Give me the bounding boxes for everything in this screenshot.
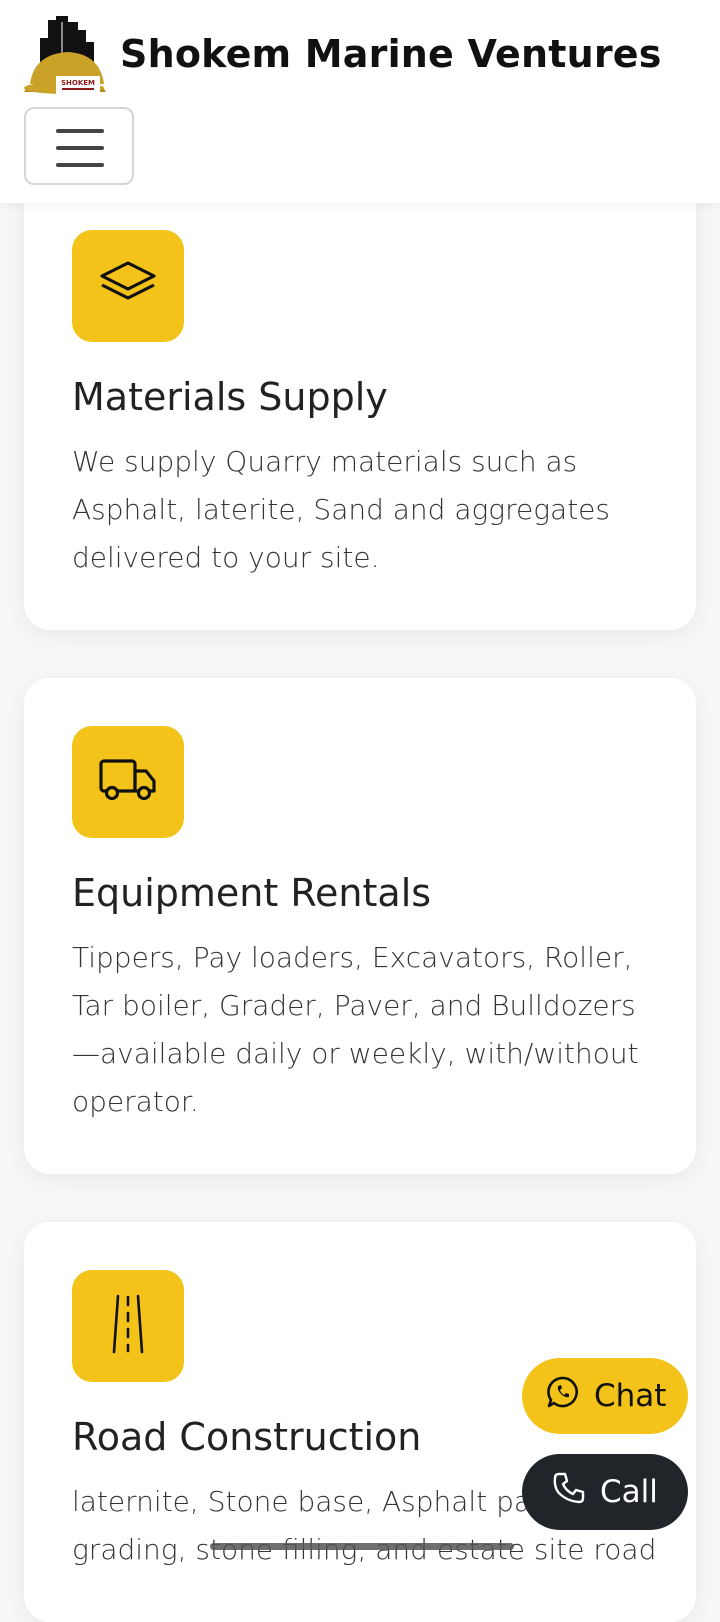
site-header: SHOKEM Shokem Marine Ventures (0, 0, 720, 203)
chat-button[interactable]: Chat (522, 1358, 688, 1434)
service-card-materials-supply: Materials Supply We supply Quarry materi… (24, 150, 696, 630)
layers-icon (99, 259, 157, 313)
service-description: Tippers, Pay loaders, Excavators, Roller… (72, 941, 639, 1118)
service-title: Road Construction (72, 1415, 422, 1459)
call-button[interactable]: Call (522, 1454, 688, 1530)
svg-text:SHOKEM: SHOKEM (61, 79, 95, 87)
road-icon (108, 1293, 148, 1359)
service-card-equipment-rentals: Equipment Rentals Tippers, Pay loaders, … (24, 678, 696, 1174)
service-icon-box (72, 726, 184, 838)
chat-label: Chat (594, 1378, 667, 1414)
service-icon-box (72, 230, 184, 342)
home-indicator[interactable] (210, 1543, 514, 1550)
service-title: Equipment Rentals (72, 871, 432, 915)
hamburger-menu-button[interactable] (24, 107, 134, 185)
phone-icon (552, 1471, 600, 1513)
company-logo[interactable]: SHOKEM (22, 14, 108, 100)
call-label: Call (600, 1474, 658, 1510)
whatsapp-icon (546, 1375, 594, 1417)
brand-name[interactable]: Shokem Marine Ventures (120, 32, 662, 76)
service-title: Materials Supply (72, 375, 388, 419)
service-description: We supply Quarry materials such as Aspha… (72, 445, 610, 574)
truck-icon (98, 757, 158, 807)
service-icon-box (72, 1270, 184, 1382)
